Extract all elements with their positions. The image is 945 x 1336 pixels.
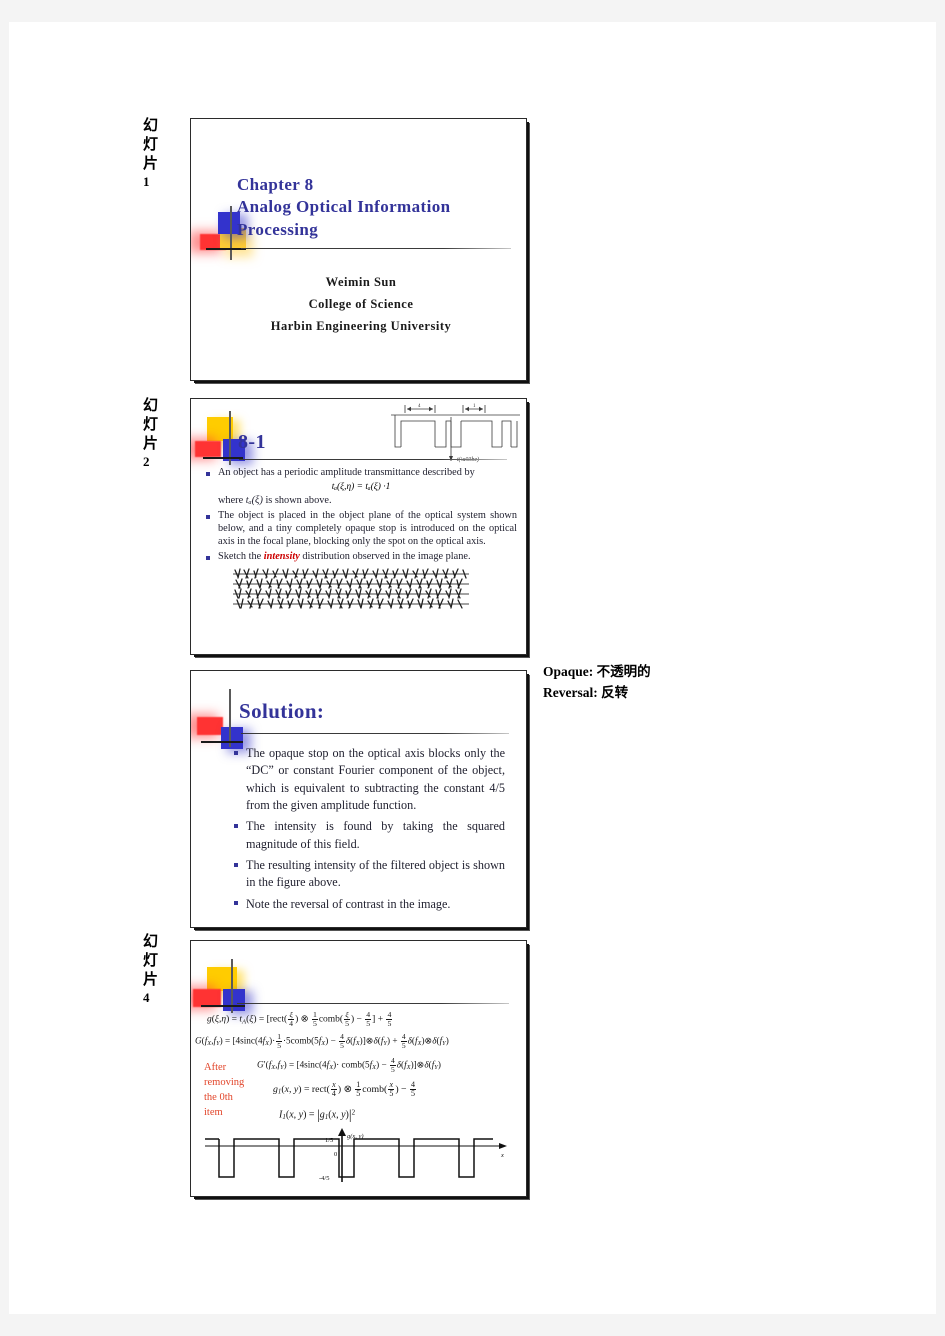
slide-label-char: 灯 (143, 135, 159, 154)
svg-text:-4/5: -4/5 (319, 1175, 329, 1182)
equation-I1: I1(x, y) = |g1(x, y)|2 (279, 1107, 356, 1122)
title-underline (237, 1003, 509, 1004)
slide-label-4: 幻 灯 片 4 (143, 932, 177, 1006)
title-underline (241, 248, 511, 249)
slide-label-char: 灯 (143, 951, 159, 970)
slide4-note: After removing the 0th item (204, 1061, 244, 1121)
equation-g1: g1(x, y) = rect(x 4) ⊗ 1 5 comb(x 5) − 45 (273, 1080, 417, 1099)
note-line: After (204, 1062, 227, 1073)
slide-1[interactable]: Chapter 8 Analog Optical Information Pro… (190, 118, 527, 381)
slide-label-char: 片 (143, 970, 159, 989)
bullet-item: Sketch the intensity distribution observ… (205, 551, 517, 564)
side-note-term: Opaque: (543, 664, 594, 679)
decorative-motif-icon (193, 959, 279, 1015)
grating-figure: 4 1 t(\u03be) (389, 401, 522, 467)
bullet-item: Note the reversal of contrast in the ima… (233, 896, 505, 913)
bullet-text: The object is placed in the object plane… (218, 509, 517, 547)
slide-number: 4 (143, 989, 150, 1005)
slide-3[interactable]: Solution: The opaque stop on the optical… (190, 670, 527, 928)
highlight-intensity: intensity (263, 550, 300, 562)
slide2-title: 8-1 (238, 431, 266, 453)
handout-page: 幻 灯 片 1 Chapter 8 Analog Optical Informa… (9, 22, 936, 1314)
slide2-subline: where tₐ(ξ) is shown above. (218, 494, 332, 506)
slide-label-char: 片 (143, 434, 159, 453)
title-line-1: Chapter 8 (237, 175, 314, 194)
presenter-block: Weimin Sun College of Science Harbin Eng… (221, 272, 501, 338)
slide-label-char: 片 (143, 154, 159, 173)
presenter-department: College of Science (308, 296, 414, 311)
slide-label-char: 幻 (143, 932, 159, 950)
bullet-item: An object has a periodic amplitude trans… (205, 467, 517, 480)
title-line-2: Analog Optical Information (237, 197, 451, 217)
bullet-text: Note the reversal of contrast in the ima… (246, 896, 451, 911)
bullet-item: The resulting intensity of the filtered … (233, 857, 505, 892)
svg-text:0: 0 (334, 1151, 337, 1158)
bullet-text: The opaque stop on the optical axis bloc… (246, 746, 505, 812)
squarewave-plot: x g(x, y) 1/5 0 -4/5 (201, 1124, 517, 1190)
slide-label-char: 幻 (143, 116, 159, 134)
side-note-reversal: Reversal: 反转 (543, 683, 628, 704)
slide1-title: Chapter 8 Analog Optical Information Pro… (237, 174, 517, 241)
bullet-item: The intensity is found by taking the squ… (233, 818, 505, 853)
slide-label-char: 幻 (143, 396, 159, 414)
title-underline (241, 733, 509, 734)
bullet-item: The object is placed in the object plane… (205, 510, 517, 549)
side-note-term: Reversal: (543, 685, 598, 700)
equation-G-prime: G′(fX,fY) = [4sinc(4fX)· comb(5fX) − 45δ… (257, 1056, 441, 1074)
title-underline (239, 459, 507, 460)
slide-label-2: 幻 灯 片 2 (143, 396, 177, 470)
slide2-equation: tₐ(ξ,η) = tₐ(ξ) ·1 (331, 481, 391, 492)
slide-label-char: 灯 (143, 415, 159, 434)
slide-number: 1 (143, 173, 150, 189)
handwritten-annotation-block (233, 567, 471, 611)
note-line: item (204, 1106, 223, 1118)
svg-text:1: 1 (473, 404, 476, 409)
equation-g: g(ξ,η) = tA(ξ) = [rect(ξ 4) ⊗ 1 5 comb(ξ 5) … (207, 1010, 393, 1028)
bullet-text: The resulting intensity of the filtered … (246, 857, 505, 890)
svg-text:x: x (500, 1152, 504, 1159)
slide-number: 2 (143, 453, 150, 469)
note-line: the 0th (204, 1091, 233, 1103)
presenter-name: Weimin Sun (325, 275, 397, 289)
slide3-title: Solution: (239, 699, 325, 723)
bullet-item: The opaque stop on the optical axis bloc… (233, 745, 505, 814)
slide2-bullet-list: An object has a periodic amplitude trans… (205, 467, 517, 566)
side-note-translation: 反转 (601, 685, 629, 701)
slide-label-1: 幻 灯 片 1 (143, 116, 177, 190)
bullet-text: An object has a periodic amplitude trans… (218, 467, 475, 478)
svg-text:1/5: 1/5 (325, 1137, 333, 1144)
side-note-opaque: Opaque: 不透明的 (543, 662, 651, 683)
slide3-bullet-list: The opaque stop on the optical axis bloc… (233, 745, 505, 915)
note-line: removing (204, 1076, 245, 1088)
bullet-text: The intensity is found by taking the squ… (246, 819, 505, 851)
presenter-organization: Harbin Engineering University (270, 318, 452, 333)
slide-2[interactable]: 4 1 t(\u03be) 8-1 An object has a period… (190, 398, 527, 655)
svg-text:4: 4 (418, 404, 421, 409)
equation-G: G(fX,fY) = [4sinc(4fX)· 1 5·5comb(5fX) − 4… (195, 1032, 449, 1050)
side-note-translation: 不透明的 (596, 664, 651, 680)
title-line-3: Processing (237, 219, 319, 239)
slide-4[interactable]: After removing the 0th item g(ξ,η) = tA(… (190, 940, 527, 1197)
